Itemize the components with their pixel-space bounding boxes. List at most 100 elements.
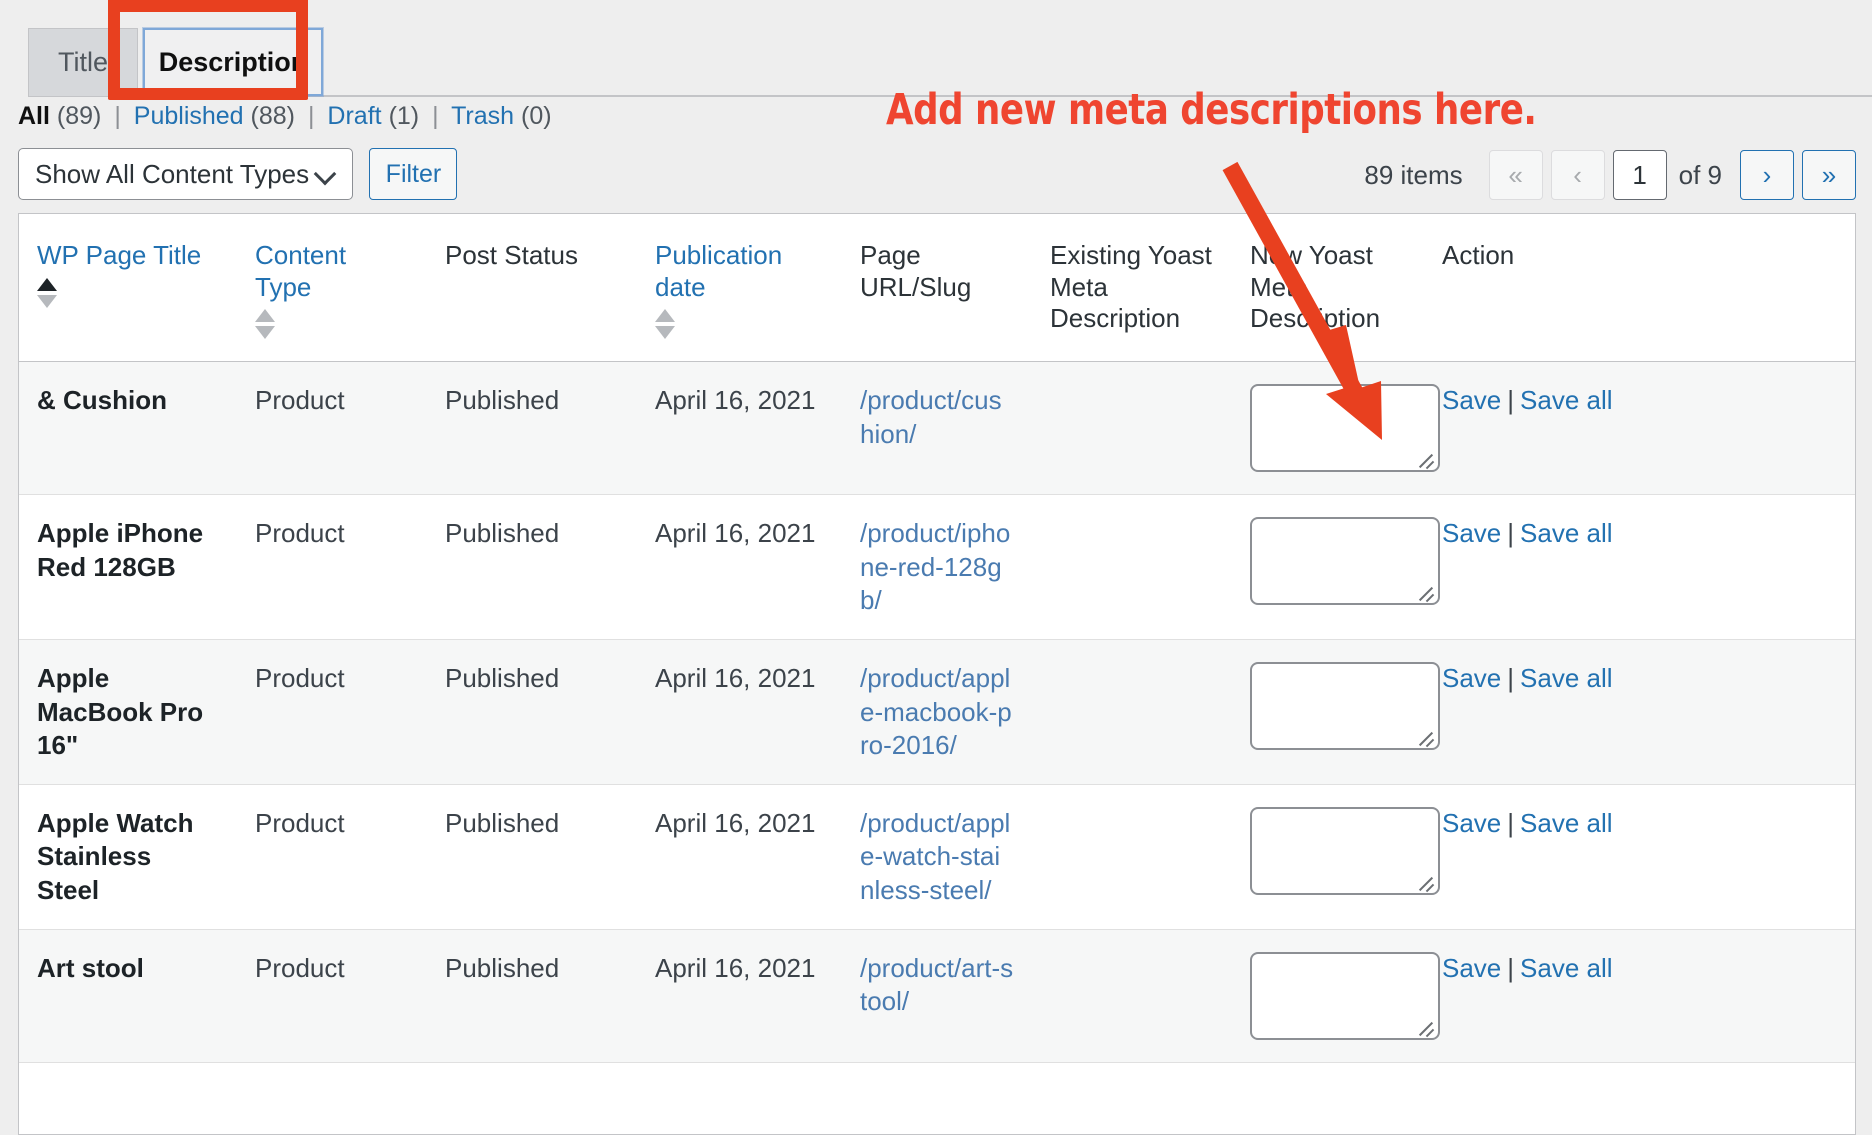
column-header-existing-meta: Existing Yoast Meta Description <box>1032 214 1232 362</box>
first-page-button[interactable]: « <box>1489 150 1543 200</box>
column-header-page-url-slug-label: Page URL/Slug <box>860 240 1014 303</box>
sort-desc-icon <box>255 326 275 339</box>
resize-handle-icon[interactable] <box>1418 729 1434 745</box>
cell-wp-page-title: Apple Watch Stainless Steel <box>19 785 237 930</box>
new-meta-description-textarea[interactable] <box>1250 384 1440 472</box>
status-filter-published[interactable]: Published <box>134 102 244 130</box>
cell-page-url-slug: /product/cushion/ <box>842 362 1032 495</box>
new-meta-description-textarea[interactable] <box>1250 517 1440 605</box>
save-all-link[interactable]: Save all <box>1520 808 1613 838</box>
status-filter-trash[interactable]: Trash <box>451 102 514 130</box>
resize-handle-icon[interactable] <box>1418 584 1434 600</box>
column-header-new-meta-label: New Yoast Meta Description <box>1250 240 1406 335</box>
save-link[interactable]: Save <box>1442 808 1501 838</box>
last-page-button[interactable]: » <box>1802 150 1856 200</box>
tab-description-label: Description <box>159 47 308 78</box>
sort-asc-icon <box>255 309 275 322</box>
table-row: Apple MacBook Pro 16"ProductPublishedApr… <box>19 640 1855 785</box>
cell-publication-date: April 16, 2021 <box>637 640 842 785</box>
cell-page-url-slug: /product/iphone-red-128gb/ <box>842 495 1032 640</box>
cell-page-url-slug: /product/apple-macbook-pro-2016/ <box>842 640 1032 785</box>
cell-page-url-slug: /product/apple-watch-stainless-steel/ <box>842 785 1032 930</box>
status-separator-1: | <box>108 102 127 130</box>
new-meta-description-textarea[interactable] <box>1250 807 1440 895</box>
table-row: & CushionProductPublishedApril 16, 2021/… <box>19 362 1855 495</box>
table-head: WP Page Title Content Type Post Status <box>19 214 1855 362</box>
page-url-slug-link[interactable]: /product/art-stool/ <box>860 953 1013 1016</box>
cell-post-status: Published <box>427 640 637 785</box>
save-link[interactable]: Save <box>1442 385 1501 415</box>
cell-publication-date: April 16, 2021 <box>637 495 842 640</box>
save-all-link[interactable]: Save all <box>1520 518 1613 548</box>
resize-handle-icon[interactable] <box>1418 874 1434 890</box>
sort-indicator-publication-date[interactable] <box>655 309 675 339</box>
cell-publication-date: April 16, 2021 <box>637 362 842 495</box>
status-filter-published-count: (88) <box>251 102 295 130</box>
cell-wp-page-title: Art stool <box>19 929 237 1062</box>
column-header-content-type-label: Content Type <box>255 240 409 303</box>
table-row: Apple iPhone Red 128GBProductPublishedAp… <box>19 495 1855 640</box>
new-meta-description-textarea[interactable] <box>1250 662 1440 750</box>
current-page-input[interactable]: 1 <box>1613 150 1667 200</box>
prev-page-button[interactable]: ‹ <box>1551 150 1605 200</box>
save-link[interactable]: Save <box>1442 518 1501 548</box>
chevron-down-icon <box>316 164 336 184</box>
filter-toolbar: Show All Content Types Filter <box>18 148 457 200</box>
save-all-link[interactable]: Save all <box>1520 663 1613 693</box>
column-header-page-url-slug: Page URL/Slug <box>842 214 1032 362</box>
column-header-publication-date[interactable]: Publication date <box>637 214 842 362</box>
status-filter-trash-count: (0) <box>521 102 552 130</box>
cell-new-meta-description <box>1232 495 1424 640</box>
chevron-right-icon: › <box>1763 160 1772 191</box>
cell-page-url-slug: /product/art-stool/ <box>842 929 1032 1062</box>
cell-action: Save|Save all <box>1424 929 1855 1062</box>
cell-content-type: Product <box>237 785 427 930</box>
column-header-wp-page-title[interactable]: WP Page Title <box>19 214 237 362</box>
tab-description[interactable]: Description <box>143 28 323 96</box>
column-header-post-status: Post Status <box>427 214 637 362</box>
table-row: Art stoolProductPublishedApril 16, 2021/… <box>19 929 1855 1062</box>
posts-table-container: WP Page Title Content Type Post Status <box>18 213 1856 1135</box>
filter-button[interactable]: Filter <box>369 148 457 200</box>
cell-action: Save|Save all <box>1424 785 1855 930</box>
next-page-button[interactable]: › <box>1740 150 1794 200</box>
cell-existing-meta-description <box>1032 495 1232 640</box>
cell-action: Save|Save all <box>1424 362 1855 495</box>
tab-title[interactable]: Title <box>28 28 138 96</box>
column-header-new-meta: New Yoast Meta Description <box>1232 214 1424 362</box>
save-link[interactable]: Save <box>1442 663 1501 693</box>
resize-handle-icon[interactable] <box>1418 451 1434 467</box>
resize-handle-icon[interactable] <box>1418 1019 1434 1035</box>
page-url-slug-link[interactable]: /product/cushion/ <box>860 385 1002 448</box>
column-header-existing-meta-label: Existing Yoast Meta Description <box>1050 240 1214 335</box>
cell-post-status: Published <box>427 362 637 495</box>
sort-desc-icon <box>655 326 675 339</box>
save-all-link[interactable]: Save all <box>1520 953 1613 983</box>
page-url-slug-link[interactable]: /product/iphone-red-128gb/ <box>860 518 1010 615</box>
content-type-select-value: Show All Content Types <box>35 159 312 190</box>
content-type-select[interactable]: Show All Content Types <box>18 148 353 200</box>
sort-indicator-wp-page-title[interactable] <box>37 278 57 308</box>
tab-bar: Title Description <box>0 0 1872 98</box>
save-all-link[interactable]: Save all <box>1520 385 1613 415</box>
status-filter-all[interactable]: All <box>18 102 50 130</box>
cell-new-meta-description <box>1232 640 1424 785</box>
cell-action: Save|Save all <box>1424 495 1855 640</box>
save-link[interactable]: Save <box>1442 953 1501 983</box>
status-filter-draft[interactable]: Draft <box>327 102 381 130</box>
table-row: Apple Watch Stainless SteelProductPublis… <box>19 785 1855 930</box>
page-url-slug-link[interactable]: /product/apple-macbook-pro-2016/ <box>860 663 1012 760</box>
cell-wp-page-title: Apple iPhone Red 128GB <box>19 495 237 640</box>
pagination-controls: 89 items « ‹ 1 of 9 › » <box>1364 150 1856 200</box>
items-count: 89 items <box>1364 160 1462 191</box>
sort-asc-icon <box>37 278 57 291</box>
new-meta-description-textarea[interactable] <box>1250 952 1440 1040</box>
sort-indicator-content-type[interactable] <box>255 309 275 339</box>
cell-new-meta-description <box>1232 785 1424 930</box>
cell-content-type: Product <box>237 929 427 1062</box>
cell-wp-page-title: & Cushion <box>19 362 237 495</box>
page-url-slug-link[interactable]: /product/apple-watch-stainless-steel/ <box>860 808 1010 905</box>
cell-content-type: Product <box>237 495 427 640</box>
column-header-content-type[interactable]: Content Type <box>237 214 427 362</box>
total-pages-label: of 9 <box>1679 160 1722 191</box>
